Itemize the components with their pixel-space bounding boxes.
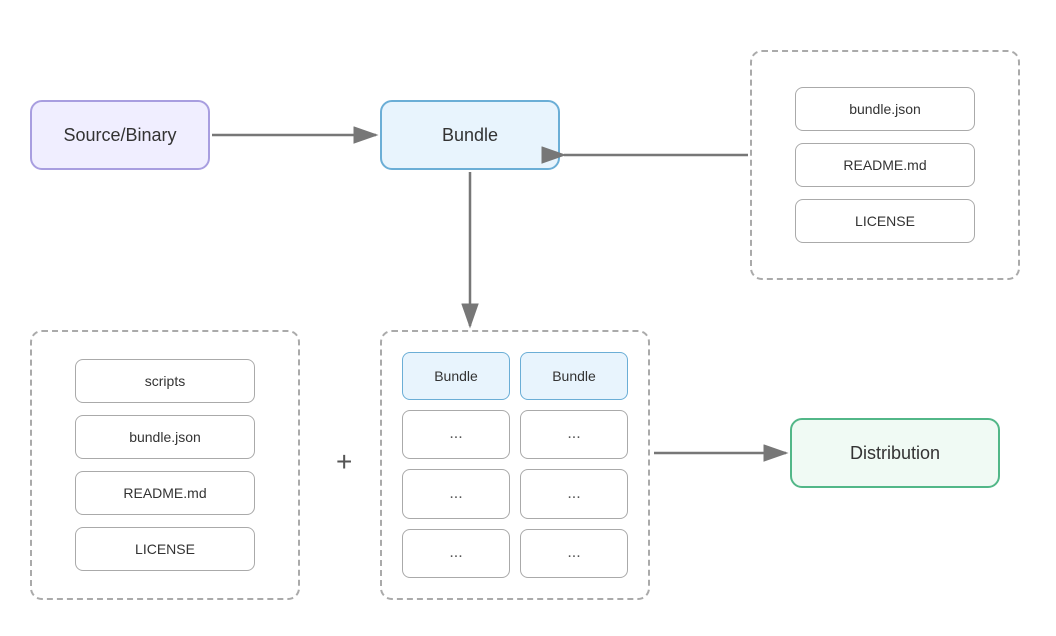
plus-sign: +: [336, 446, 352, 478]
source-binary-box: Source/Binary: [30, 100, 210, 170]
grid-dots-3: ...: [402, 469, 510, 519]
item-license-top: LICENSE: [795, 199, 975, 243]
grid-dots-1: ...: [402, 410, 510, 460]
grid-dots-4: ...: [520, 469, 628, 519]
grid-dots-5: ...: [402, 529, 510, 579]
item-license-bottom: LICENSE: [75, 527, 255, 571]
item-bundle-json-bottom: bundle.json: [75, 415, 255, 459]
grid-bundle-1: Bundle: [402, 352, 510, 400]
bundle-main-box: Bundle: [380, 100, 560, 170]
distribution-box: Distribution: [790, 418, 1000, 488]
item-readme-bottom: README.md: [75, 471, 255, 515]
bottom-center-container: Bundle Bundle ... ... ... ... ...: [380, 330, 650, 600]
bottom-left-container: scripts bundle.json README.md LICENSE: [30, 330, 300, 600]
item-readme-top: README.md: [795, 143, 975, 187]
item-scripts: scripts: [75, 359, 255, 403]
diagram-container: bundle.json README.md LICENSE Source/Bin…: [0, 0, 1056, 636]
grid-dots-2: ...: [520, 410, 628, 460]
grid-bundle-2: Bundle: [520, 352, 628, 400]
grid-dots-6: ...: [520, 529, 628, 579]
item-bundle-json-top: bundle.json: [795, 87, 975, 131]
top-right-container: bundle.json README.md LICENSE: [750, 50, 1020, 280]
